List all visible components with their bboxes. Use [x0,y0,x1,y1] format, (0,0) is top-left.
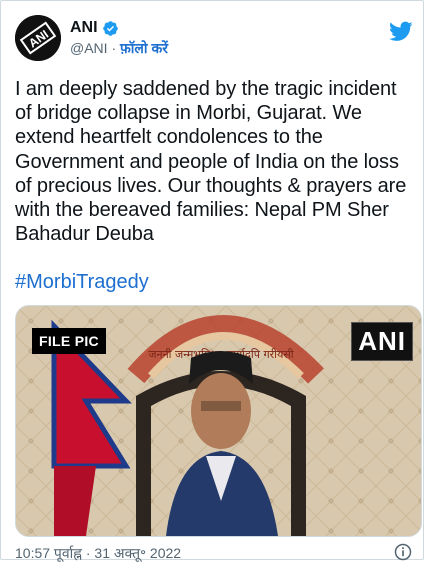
hashtag-link[interactable]: #MorbiTragedy [15,271,149,294]
verified-badge-icon [102,20,118,36]
avatar[interactable]: ANI [15,15,61,61]
info-icon[interactable] [393,542,413,562]
tweet-text: I am deeply saddened by the tragic incid… [15,78,407,246]
handle-row: @ANI · फ़ॉलो करें [70,39,168,58]
author-info: ANI @ANI · फ़ॉलो करें [70,19,168,58]
follow-button[interactable]: फ़ॉलो करें [120,40,168,56]
twitter-bird-icon[interactable] [389,19,413,43]
tweet-media-photo[interactable]: जननी जन्मभूमिश्च स्वर्गादपि गरीयसी FILE … [15,305,422,537]
ani-watermark: ANI [351,322,413,361]
display-name[interactable]: ANI [70,19,98,37]
tweet-header: ANI ANI @ANI · फ़ॉलो करें [15,13,415,63]
handle[interactable]: @ANI [70,40,108,56]
file-pic-label: FILE PIC [32,328,106,354]
tweet-card: ANI ANI @ANI · फ़ॉलो करें I am deeply sa… [0,0,424,563]
tweet-timestamp[interactable]: 10:57 पूर्वाह्न · 31 अक्तू॰ 2022 [15,544,181,563]
separator: · [111,40,117,56]
